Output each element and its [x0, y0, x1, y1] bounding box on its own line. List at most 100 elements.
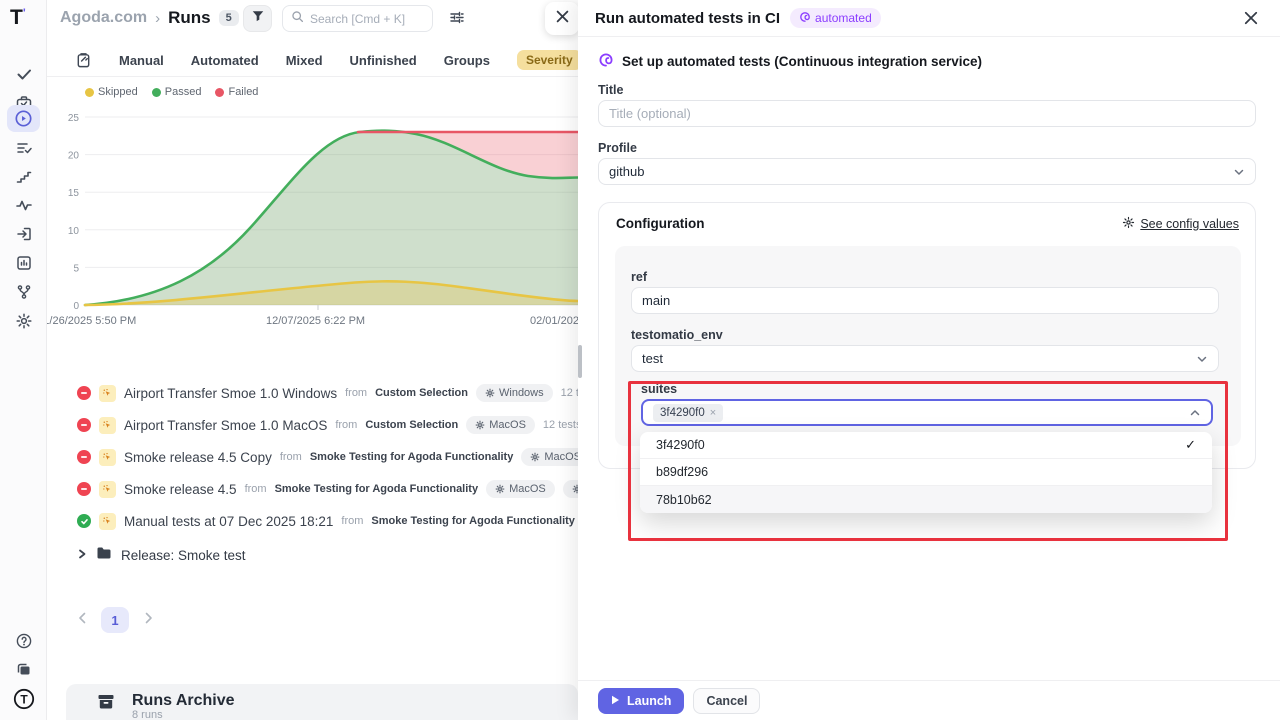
run-from-label: from [245, 483, 267, 495]
x-axis-label-end: 02/01/2026 4:21 PM [530, 315, 578, 327]
configuration-heading: Configuration [616, 216, 704, 231]
run-row-1[interactable]: Airport Transfer Smoe 1.0 Windows from C… [77, 381, 578, 405]
folder-icon [96, 546, 112, 565]
title-input[interactable] [609, 106, 1245, 121]
tab-unfinished[interactable]: Unfinished [350, 53, 417, 68]
launch-button[interactable]: Launch [598, 688, 684, 714]
prev-page-icon[interactable] [75, 611, 89, 629]
sidebar-item-branches[interactable] [7, 278, 40, 305]
run-name[interactable]: Airport Transfer Smoe 1.0 Windows [124, 386, 337, 401]
branch-icon [15, 283, 33, 301]
sidebar-item-plans[interactable] [7, 134, 40, 161]
run-group-label[interactable]: Release: Smoke test [121, 548, 246, 563]
env-select[interactable]: test [631, 345, 1219, 372]
run-row-2[interactable]: Airport Transfer Smoe 1.0 MacOS from Cus… [77, 413, 578, 437]
run-source[interactable]: Custom Selection [365, 419, 458, 431]
run-source[interactable]: Custom Selection [375, 387, 468, 399]
sidebar-item-reports[interactable] [7, 249, 40, 276]
run-source[interactable]: Smoke Testing for Agoda Functionality [371, 515, 575, 527]
title-field[interactable] [598, 100, 1256, 127]
x-axis-label-middle: 12/07/2025 6:22 PM [266, 315, 365, 327]
sidebar-item-account[interactable]: T [7, 685, 40, 712]
adjustments-button[interactable] [449, 9, 465, 30]
ref-field-label: ref [631, 270, 647, 284]
tab-groups[interactable]: Groups [444, 53, 490, 68]
drawer-close-button[interactable] [1244, 11, 1258, 25]
tab-manual[interactable]: Manual [119, 53, 164, 68]
drawer-scrollbar[interactable] [578, 345, 582, 378]
sidebar-item-tests[interactable] [7, 60, 40, 87]
suites-option-2[interactable]: b89df296 [640, 459, 1212, 486]
env-pill-macos[interactable]: MacOS [486, 480, 555, 498]
run-name[interactable]: Smoke release 4.5 [124, 482, 237, 497]
play-icon [611, 694, 620, 708]
ref-field[interactable]: main [631, 287, 1219, 314]
runs-count-badge: 5 [219, 10, 239, 26]
next-page-icon[interactable] [141, 611, 155, 629]
search-input[interactable] [310, 12, 420, 26]
env-pill-chrome[interactable]: Chrome [563, 480, 578, 498]
legend-failed[interactable]: Failed [215, 86, 258, 98]
legend-passed[interactable]: Passed [152, 86, 202, 98]
archive-title: Runs Archive [132, 692, 235, 709]
profile-select[interactable]: github [598, 158, 1256, 185]
see-config-values-link[interactable]: See config values [1122, 216, 1239, 232]
sidebar-item-projects[interactable] [7, 656, 40, 683]
x-axis-label-start: 11/26/2025 5:50 PM [47, 315, 136, 327]
breadcrumb-separator: › [155, 10, 160, 27]
sidebar-item-help[interactable] [7, 627, 40, 654]
run-name[interactable]: Manual tests at 07 Dec 2025 18:21 [124, 514, 333, 529]
suites-option-1[interactable]: 3f4290f0 ✓ [640, 432, 1212, 459]
env-pill-windows[interactable]: Windows [476, 384, 553, 402]
run-tests-count: 12 tests [543, 419, 578, 431]
svg-text:10: 10 [68, 226, 80, 237]
chevron-right-icon[interactable] [77, 546, 87, 564]
funnel-icon [251, 9, 265, 28]
run-row-3[interactable]: Smoke release 4.5 Copy from Smoke Testin… [77, 445, 578, 469]
page-1-button[interactable]: 1 [101, 607, 129, 633]
chevron-down-icon [1196, 353, 1208, 365]
run-name[interactable]: Airport Transfer Smoe 1.0 MacOS [124, 418, 327, 433]
search-box[interactable] [282, 5, 433, 32]
sidebar-item-milestones[interactable] [7, 163, 40, 190]
remove-tag-icon[interactable]: × [710, 407, 716, 419]
tab-mixed[interactable]: Mixed [286, 53, 323, 68]
suites-field-label: suites [641, 382, 677, 396]
legend-skipped[interactable]: Skipped [85, 86, 138, 98]
tabs-divider [47, 76, 578, 77]
env-pill-macos[interactable]: MacOS [521, 448, 578, 466]
run-source[interactable]: Smoke Testing for Agoda Functionality [275, 483, 479, 495]
breadcrumb-project[interactable]: Agoda.com [60, 9, 147, 27]
env-pill-macos[interactable]: MacOS [466, 416, 535, 434]
filter-button[interactable] [243, 5, 272, 32]
run-row-4[interactable]: Smoke release 4.5 from Smoke Testing for… [77, 477, 578, 501]
gear-icon [15, 312, 33, 330]
sidebar-item-settings[interactable] [7, 307, 40, 334]
run-group-row[interactable]: Release: Smoke test [77, 543, 246, 567]
runs-archive-bar[interactable]: Runs Archive 8 runs [66, 684, 578, 720]
suites-option-3[interactable]: 78b10b62 [640, 486, 1212, 513]
app-logo[interactable]: T' [10, 6, 26, 30]
failed-dot-icon [215, 88, 224, 97]
configuration-card: Configuration See config values ref main… [598, 202, 1256, 469]
suites-multiselect[interactable]: 3f4290f0 × [641, 399, 1213, 426]
run-source[interactable]: Smoke Testing for Agoda Functionality [310, 451, 514, 463]
config-values-panel: ref main testomatio_env test suites 3f42… [615, 246, 1241, 446]
drawer-footer: Launch Cancel [578, 680, 1280, 720]
status-failed-icon [77, 482, 91, 496]
svg-text:0: 0 [73, 301, 79, 312]
drawer-header: Run automated tests in CI automated [578, 0, 1280, 37]
sidebar-item-analytics[interactable] [7, 191, 40, 218]
tab-automated[interactable]: Automated [191, 53, 259, 68]
sidebar-item-import[interactable] [7, 220, 40, 247]
t-circle-logo-icon: T [13, 688, 35, 710]
run-row-5[interactable]: Manual tests at 07 Dec 2025 18:21 from S… [77, 509, 578, 533]
clipboard-edit-icon[interactable] [75, 52, 92, 69]
steps-icon [15, 168, 33, 186]
cancel-button[interactable]: Cancel [693, 688, 760, 714]
panel-close-button[interactable] [545, 2, 579, 35]
tab-severity[interactable]: Severity [517, 50, 578, 70]
run-name[interactable]: Smoke release 4.5 Copy [124, 450, 272, 465]
page-title: Runs [168, 8, 211, 28]
sidebar-item-runs[interactable] [7, 105, 40, 132]
